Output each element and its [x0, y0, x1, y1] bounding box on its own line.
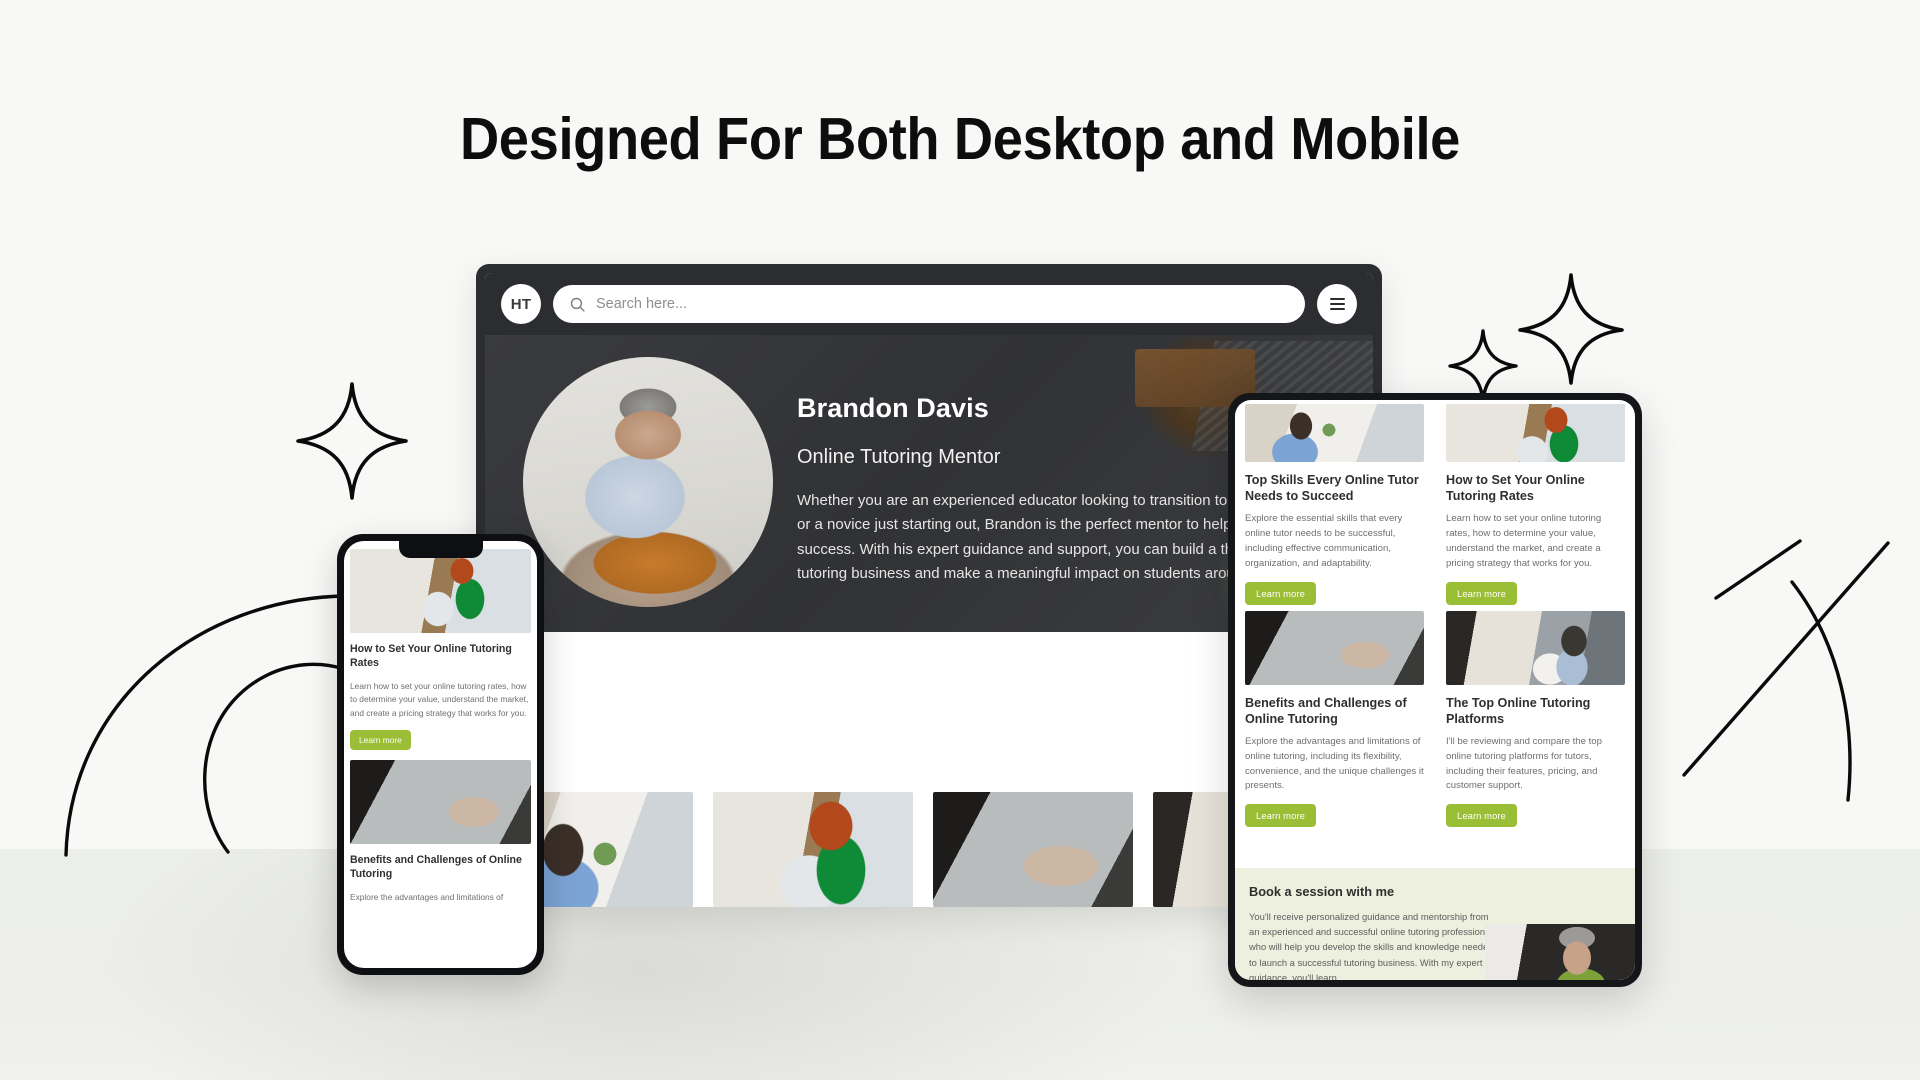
article-card[interactable]: The Top Online Tutoring Platforms I'll b… — [1440, 610, 1631, 834]
search-icon — [570, 297, 585, 312]
site-logo[interactable]: HT — [501, 284, 541, 324]
article-image — [1245, 404, 1424, 462]
portrait-brandon-davis — [523, 357, 773, 607]
article-image — [350, 760, 531, 845]
book-session-title: Book a session with me — [1249, 884, 1395, 899]
book-session-image — [1485, 924, 1635, 980]
article-title: Top Skills Every Online Tutor Needs to S… — [1245, 473, 1419, 504]
article-title: The Top Online Tutoring Platforms — [1446, 695, 1591, 726]
article-image — [350, 549, 531, 633]
gallery-thumb[interactable] — [713, 792, 913, 907]
phone-screen: How to Set Your Online Tutoring Rates Le… — [344, 541, 537, 968]
article-card[interactable]: How to Set Your Online Tutoring Rates Le… — [1440, 404, 1631, 611]
article-title: How to Set Your Online Tutoring Rates — [350, 643, 512, 669]
article-description: Learn how to set your online tutoring ra… — [1446, 513, 1602, 569]
tablet-mockup: Top Skills Every Online Tutor Needs to S… — [1228, 393, 1642, 987]
search-placeholder: Search here... — [596, 296, 688, 312]
phone-content: How to Set Your Online Tutoring Rates Le… — [344, 541, 537, 905]
gallery-thumb[interactable] — [933, 792, 1133, 907]
article-title: Benefits and Challenges of Online Tutori… — [350, 854, 522, 881]
article-title: Benefits and Challenges of Online Tutori… — [1245, 695, 1407, 726]
desktop-header: HT Search here... — [485, 273, 1373, 335]
article-description: Learn how to set your online tutoring ra… — [350, 680, 529, 718]
learn-more-button[interactable]: Learn more — [350, 730, 411, 751]
article-description: Explore the essential skills that every … — [1245, 513, 1403, 569]
article-description: Explore the advantages and limitations o… — [1245, 735, 1424, 792]
search-input[interactable]: Search here... — [553, 285, 1305, 323]
article-description: Explore the advantages and limitations o… — [350, 891, 504, 902]
learn-more-button[interactable]: Learn more — [1446, 581, 1517, 605]
article-card[interactable]: How to Set Your Online Tutoring Rates Le… — [350, 549, 531, 751]
article-title: How to Set Your Online Tutoring Rates — [1446, 473, 1585, 504]
hamburger-menu-icon[interactable] — [1317, 284, 1357, 324]
tablet-card-grid: Top Skills Every Online Tutor Needs to S… — [1235, 400, 1635, 833]
learn-more-button[interactable]: Learn more — [1245, 581, 1316, 605]
article-image — [1245, 610, 1424, 685]
article-card[interactable]: Top Skills Every Online Tutor Needs to S… — [1239, 404, 1430, 611]
learn-more-button[interactable]: Learn more — [1446, 804, 1517, 828]
phone-mockup: How to Set Your Online Tutoring Rates Le… — [337, 534, 544, 975]
book-session-description: You'll receive personalized guidance and… — [1249, 911, 1494, 980]
phone-notch — [398, 541, 483, 558]
tablet-screen: Top Skills Every Online Tutor Needs to S… — [1235, 400, 1635, 980]
book-session-section: Book a session with me You'll receive pe… — [1235, 868, 1635, 980]
learn-more-button[interactable]: Learn more — [1245, 804, 1316, 828]
article-card[interactable]: Benefits and Challenges of Online Tutori… — [350, 760, 531, 904]
article-card[interactable]: Benefits and Challenges of Online Tutori… — [1239, 610, 1430, 834]
article-image — [1446, 404, 1625, 462]
article-description: I'll be reviewing and compare the top on… — [1446, 735, 1602, 792]
article-image — [1446, 610, 1625, 685]
page-title: Designed For Both Desktop and Mobile — [459, 106, 1461, 172]
